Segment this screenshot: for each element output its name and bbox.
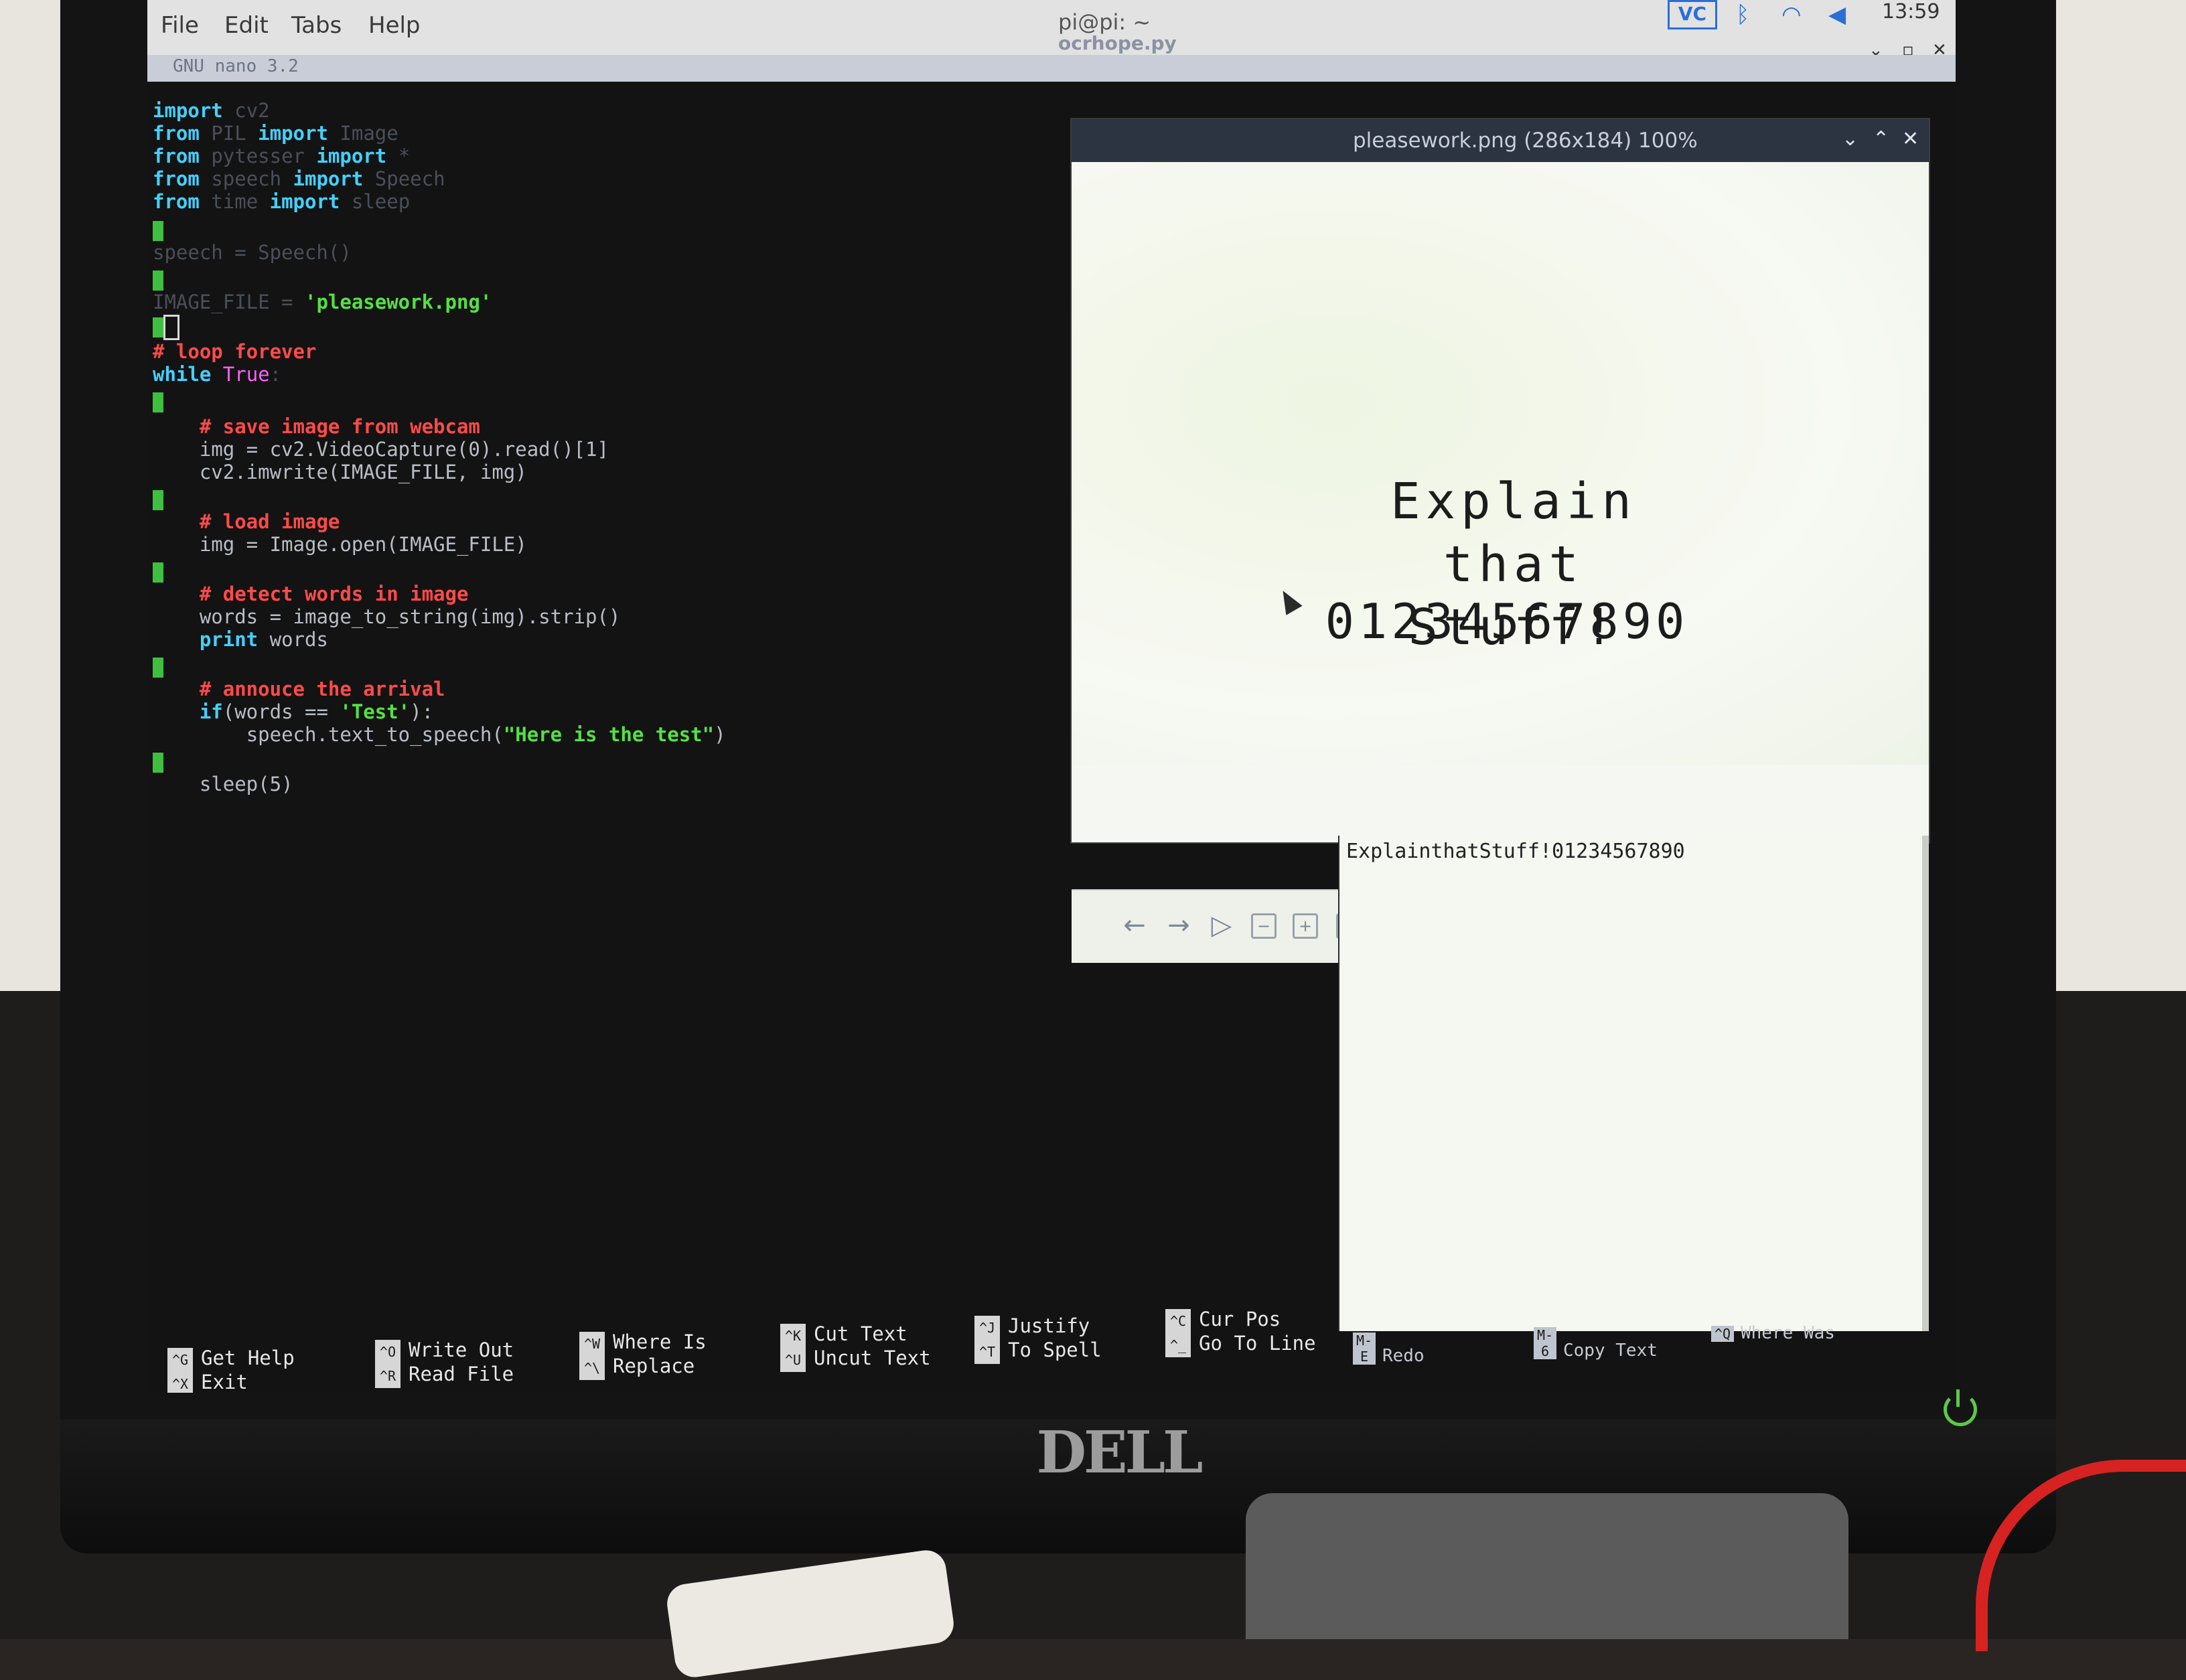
- shortcut-justify-spell[interactable]: ^J Justify ^T To Spell: [974, 1314, 1102, 1364]
- wall-background-right: [2039, 0, 2186, 1045]
- code-line: [153, 218, 163, 241]
- code-line: # loop forever: [153, 340, 317, 363]
- code-line: from time import sleep: [153, 190, 411, 213]
- shortcut-curpos-goto[interactable]: ^C Cur Pos ^_ Go To Line: [1165, 1307, 1316, 1357]
- shortcut-where-was[interactable]: ^Q Where Was: [1711, 1323, 1835, 1343]
- code-line: print words: [199, 628, 328, 651]
- ocr-output-text: ExplainthatStuff!01234567890: [1346, 840, 1685, 863]
- volume-icon[interactable]: ◀: [1828, 1, 1846, 28]
- code-line: speech = Speech(): [153, 241, 352, 264]
- nano-version: GNU nano 3.2: [173, 56, 299, 76]
- text-cursor: [163, 315, 179, 340]
- code-line: # annouce the arrival: [199, 678, 445, 700]
- code-editor[interactable]: import cv2 from PIL import Image from py…: [153, 99, 1144, 1304]
- code-line: [153, 390, 163, 412]
- monitor-stand: [1246, 1493, 1848, 1639]
- code-line: while True:: [153, 363, 282, 386]
- image-viewer-title: pleasework.png (286x184) 100%: [1353, 129, 1698, 153]
- clock: 13:59: [1882, 0, 1940, 23]
- code-line: img = Image.open(IMAGE_FILE): [199, 533, 527, 556]
- zoom-out-icon[interactable]: −: [1251, 913, 1277, 939]
- shortcut-write-read[interactable]: ^O Write Out ^R Read File: [375, 1338, 514, 1388]
- code-line: sleep(5): [199, 773, 293, 795]
- viewer-close-icon[interactable]: ✕: [1902, 127, 1919, 151]
- nano-filename: ocrhope.py: [1058, 32, 1177, 54]
- code-line: # detect words in image: [199, 583, 469, 605]
- code-line: words = image_to_string(img).strip(): [199, 605, 621, 628]
- viewer-maximize-icon[interactable]: ⌃: [1873, 127, 1889, 151]
- menu-edit[interactable]: Edit: [224, 12, 269, 39]
- monitor-brand-logo: DELL: [1036, 1419, 1203, 1486]
- code-line: from speech import Speech: [153, 167, 445, 190]
- code-line: import cv2: [153, 99, 270, 122]
- code-line: [153, 268, 163, 291]
- image-canvas: Explain that Stuff! 01234567890: [1072, 162, 1929, 765]
- shortcut-redo[interactable]: M-E Redo: [1353, 1332, 1425, 1366]
- terminal-output-panel: ExplainthatStuff!01234567890: [1338, 836, 1929, 1331]
- vnc-tray-icon[interactable]: VC: [1668, 0, 1717, 29]
- wall-background-left: [0, 0, 60, 991]
- code-line: # save image from webcam: [199, 415, 480, 438]
- slideshow-icon[interactable]: ▷: [1206, 909, 1238, 941]
- terminal-menubar: File Edit Tabs Help pi@pi: ~ ⌄ ▫ ✕ VC ᛒ …: [147, 0, 1956, 60]
- terminal-scrollbar[interactable]: [1922, 836, 1929, 1331]
- code-line: [153, 315, 179, 340]
- image-viewer-titlebar[interactable]: pleasework.png (286x184) 100% ⌄ ⌃ ✕: [1072, 119, 1929, 162]
- shortcut-where-replace[interactable]: ^W Where Is ^\ Replace: [579, 1330, 707, 1380]
- window-title: pi@pi: ~: [1058, 9, 1151, 35]
- code-line: if(words == 'Test'):: [199, 700, 434, 723]
- menu-tabs[interactable]: Tabs: [291, 12, 342, 39]
- code-line: [153, 655, 163, 678]
- bluetooth-icon[interactable]: ᛒ: [1736, 1, 1749, 28]
- shortcut-cut-uncut[interactable]: ^K Cut Text ^U Uncut Text: [780, 1322, 931, 1372]
- code-line: [153, 750, 163, 773]
- shortcut-copy-text[interactable]: M-6 Copy Text: [1534, 1327, 1658, 1361]
- code-line: # load image: [199, 510, 340, 533]
- code-line: [153, 560, 163, 583]
- code-line: cv2.imwrite(IMAGE_FILE, img): [199, 461, 527, 483]
- nano-header: GNU nano 3.2: [147, 55, 1956, 82]
- viewer-minimize-icon[interactable]: ⌄: [1842, 127, 1859, 151]
- forward-icon[interactable]: →: [1163, 909, 1195, 941]
- wifi-icon[interactable]: ◠: [1781, 1, 1802, 28]
- image-viewer-window[interactable]: pleasework.png (286x184) 100% ⌄ ⌃ ✕ Expl…: [1072, 119, 1929, 963]
- menu-help[interactable]: Help: [368, 12, 421, 39]
- zoom-in-icon[interactable]: +: [1293, 913, 1318, 939]
- code-line: [153, 487, 163, 510]
- code-line: speech.text_to_speech("Here is the test"…: [246, 723, 726, 746]
- back-icon[interactable]: ←: [1118, 909, 1151, 941]
- shortcut-help-exit[interactable]: ^G Get Help ^X Exit: [167, 1346, 295, 1393]
- code-line: from PIL import Image: [153, 122, 398, 145]
- code-line: img = cv2.VideoCapture(0).read()[1]: [199, 438, 609, 461]
- screen: File Edit Tabs Help pi@pi: ~ ⌄ ▫ ✕ VC ᛒ …: [147, 0, 1956, 1393]
- image-digits: 01234567890: [1325, 593, 1689, 650]
- code-line: IMAGE_FILE = 'pleasework.png': [153, 291, 492, 313]
- code-line: from pytesser import *: [153, 145, 411, 167]
- power-icon[interactable]: [1944, 1389, 1977, 1426]
- menu-file[interactable]: File: [161, 12, 199, 39]
